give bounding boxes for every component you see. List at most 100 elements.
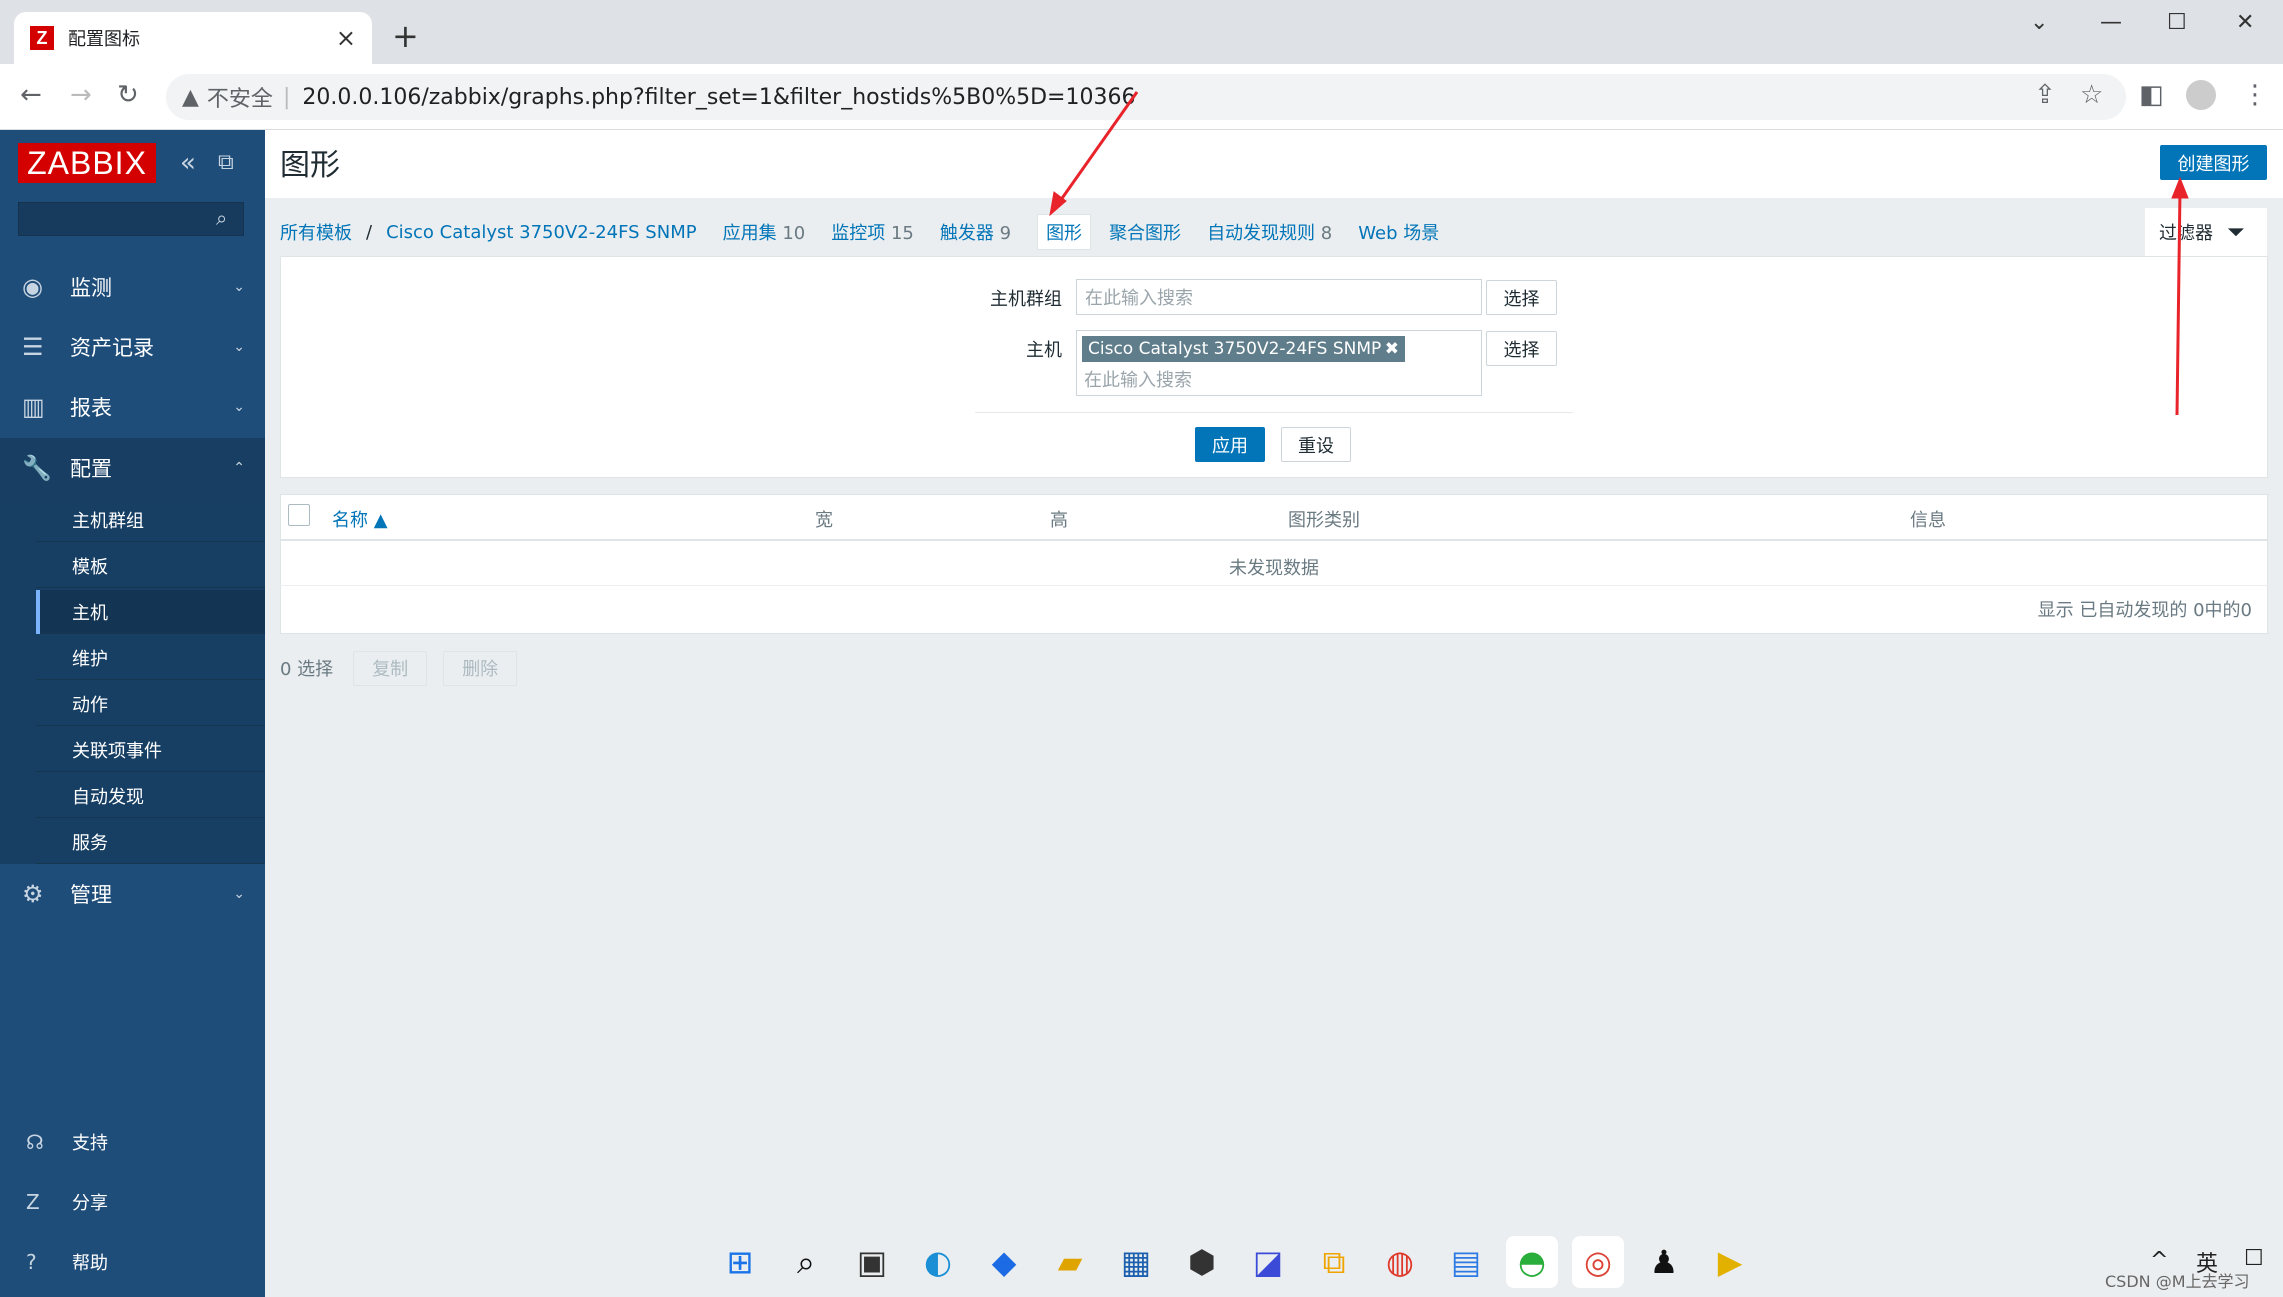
menu-label: 配置: [70, 457, 112, 481]
back-icon[interactable]: ←: [20, 80, 42, 110]
close-window-icon[interactable]: ✕: [2236, 10, 2254, 35]
vmware-icon[interactable]: ⧉: [1308, 1236, 1360, 1288]
filter-tab[interactable]: 过滤器 ⏷: [2145, 208, 2267, 256]
gear-icon: ⚙: [22, 880, 44, 908]
filter-icon: ⏷: [2227, 219, 2245, 245]
chevron-up-icon: ⌃: [233, 460, 245, 476]
menu-label: 资产记录: [70, 336, 154, 360]
menu-kebab-icon[interactable]: ⋮: [2242, 80, 2268, 110]
page-header: [265, 130, 2283, 198]
feishu-icon[interactable]: ◆: [978, 1236, 1030, 1288]
submenu-services[interactable]: 服务: [36, 820, 265, 864]
windows-start-icon[interactable]: ⊞: [714, 1236, 766, 1288]
tab-screens[interactable]: 聚合图形: [1109, 219, 1181, 245]
submenu-discovery[interactable]: 自动发现: [36, 774, 265, 818]
task-view-icon[interactable]: ▣: [846, 1236, 898, 1288]
minimize-icon[interactable]: —: [2100, 10, 2122, 35]
tab-title: 配置图标: [68, 29, 140, 50]
delete-button[interactable]: 删除: [443, 650, 518, 686]
column-name[interactable]: 名称 ▲: [332, 506, 388, 532]
hostgroup-input[interactable]: 在此输入搜索: [1076, 279, 1482, 315]
menu-label: 分享: [72, 1193, 108, 1214]
apply-button[interactable]: 应用: [1195, 427, 1265, 462]
menu-reports[interactable]: ▥ 报表 ⌄: [0, 377, 265, 437]
selected-count: 0 选择: [280, 659, 334, 680]
copy-button[interactable]: 复制: [353, 650, 428, 686]
store-icon[interactable]: ▦: [1110, 1236, 1162, 1288]
remove-tag-icon[interactable]: ✖: [1385, 339, 1399, 359]
menu-help[interactable]: ? 帮助: [0, 1234, 265, 1290]
bar-chart-icon: ▥: [22, 393, 45, 421]
file-explorer-icon[interactable]: ▰: [1044, 1236, 1096, 1288]
host-select-button[interactable]: 选择: [1486, 331, 1557, 366]
profile-avatar-icon[interactable]: [2186, 80, 2216, 110]
chevron-down-icon: ⌄: [233, 279, 245, 295]
column-width: 宽: [815, 510, 833, 531]
tab-count: 9: [999, 223, 1012, 244]
zabbix-logo[interactable]: ZABBIX: [18, 143, 156, 183]
bookmark-star-icon[interactable]: ☆: [2080, 80, 2103, 110]
breadcrumb-host[interactable]: Cisco Catalyst 3750V2-24FS SNMP: [386, 222, 697, 243]
menu-monitoring[interactable]: ◉ 监测 ⌄: [0, 257, 265, 317]
submenu-event-correlation[interactable]: 关联项事件: [36, 728, 265, 772]
tab-applications[interactable]: 应用集 10: [723, 219, 806, 245]
tab-label: 监控项: [831, 223, 886, 244]
sidebar-search-input[interactable]: [18, 202, 244, 236]
reload-icon[interactable]: ↻: [117, 80, 139, 110]
edge-browser-icon[interactable]: ◐: [912, 1236, 964, 1288]
chrome-icon[interactable]: ◎: [1572, 1236, 1624, 1288]
qq-icon[interactable]: ♟: [1638, 1236, 1690, 1288]
warning-icon: ▲: [182, 84, 199, 110]
chevron-down-icon: ⌄: [233, 886, 245, 902]
select-all-checkbox[interactable]: [288, 504, 310, 526]
kiosk-mode-icon[interactable]: ⧉: [218, 150, 234, 175]
side-panel-icon[interactable]: ◧: [2139, 80, 2164, 110]
share-icon[interactable]: ⇪: [2034, 80, 2056, 110]
submenu-maintenance[interactable]: 维护: [36, 636, 265, 680]
reset-button[interactable]: 重设: [1281, 427, 1351, 462]
player-icon[interactable]: ▶: [1704, 1236, 1756, 1288]
collapse-sidebar-icon[interactable]: «: [180, 148, 196, 178]
menu-inventory[interactable]: ☰ 资产记录 ⌄: [0, 317, 265, 377]
host-search-placeholder[interactable]: 在此输入搜索: [1084, 366, 1192, 392]
editor-app-icon[interactable]: ◪: [1242, 1236, 1294, 1288]
maximize-icon[interactable]: ☐: [2167, 10, 2187, 35]
tab-search-icon[interactable]: ⌄: [2030, 10, 2048, 35]
breadcrumb-all-templates[interactable]: 所有模板: [280, 219, 352, 245]
tab-graphs[interactable]: 图形: [1037, 214, 1092, 250]
submenu-templates[interactable]: 模板: [36, 544, 265, 588]
tab-discovery-rules[interactable]: 自动发现规则 8: [1207, 219, 1332, 245]
no-data-message: 未发现数据: [280, 548, 2268, 586]
submenu-hosts[interactable]: 主机: [36, 590, 265, 634]
hostgroup-select-button[interactable]: 选择: [1486, 280, 1557, 315]
menu-administration[interactable]: ⚙ 管理 ⌄: [0, 864, 265, 924]
search-icon[interactable]: ⌕: [780, 1236, 832, 1288]
tab-triggers[interactable]: 触发器 9: [940, 219, 1011, 245]
snail-app-icon[interactable]: ◍: [1374, 1236, 1426, 1288]
menu-share[interactable]: Z 分享: [0, 1174, 265, 1230]
new-tab-icon[interactable]: +: [392, 20, 419, 52]
submenu-actions[interactable]: 动作: [36, 682, 265, 726]
forward-icon[interactable]: →: [70, 80, 92, 110]
url-field[interactable]: ▲ 不安全 | 20.0.0.106/zabbix/graphs.php?fil…: [166, 74, 2126, 120]
host-tag-label: Cisco Catalyst 3750V2-24FS SNMP: [1088, 339, 1382, 359]
column-height: 高: [1050, 510, 1068, 531]
wechat-icon[interactable]: ◓: [1506, 1236, 1558, 1288]
notepad-icon[interactable]: ▤: [1440, 1236, 1492, 1288]
column-graph-type: 图形类别: [1288, 510, 1360, 531]
browser-tab[interactable]: Z 配置图标 ×: [14, 12, 372, 64]
tab-web-scenarios[interactable]: Web 场景: [1358, 219, 1439, 245]
menu-configuration[interactable]: 🔧 配置 ⌃: [0, 438, 265, 498]
create-graph-button[interactable]: 创建图形: [2160, 145, 2267, 180]
close-tab-icon[interactable]: ×: [336, 24, 356, 52]
menu-support[interactable]: ☊ 支持: [0, 1114, 265, 1170]
cube-app-icon[interactable]: ⬢: [1176, 1236, 1228, 1288]
host-tag: Cisco Catalyst 3750V2-24FS SNMP ✖: [1082, 336, 1405, 362]
submenu-host-groups[interactable]: 主机群组: [36, 498, 265, 542]
tab-items[interactable]: 监控项 15: [831, 219, 914, 245]
menu-label: 管理: [70, 883, 112, 907]
host-navigation: 所有模板 / Cisco Catalyst 3750V2-24FS SNMP 应…: [280, 208, 2268, 256]
wrench-icon: 🔧: [22, 454, 52, 482]
search-icon[interactable]: ⌕: [216, 206, 227, 230]
breadcrumb-separator: /: [366, 221, 373, 243]
